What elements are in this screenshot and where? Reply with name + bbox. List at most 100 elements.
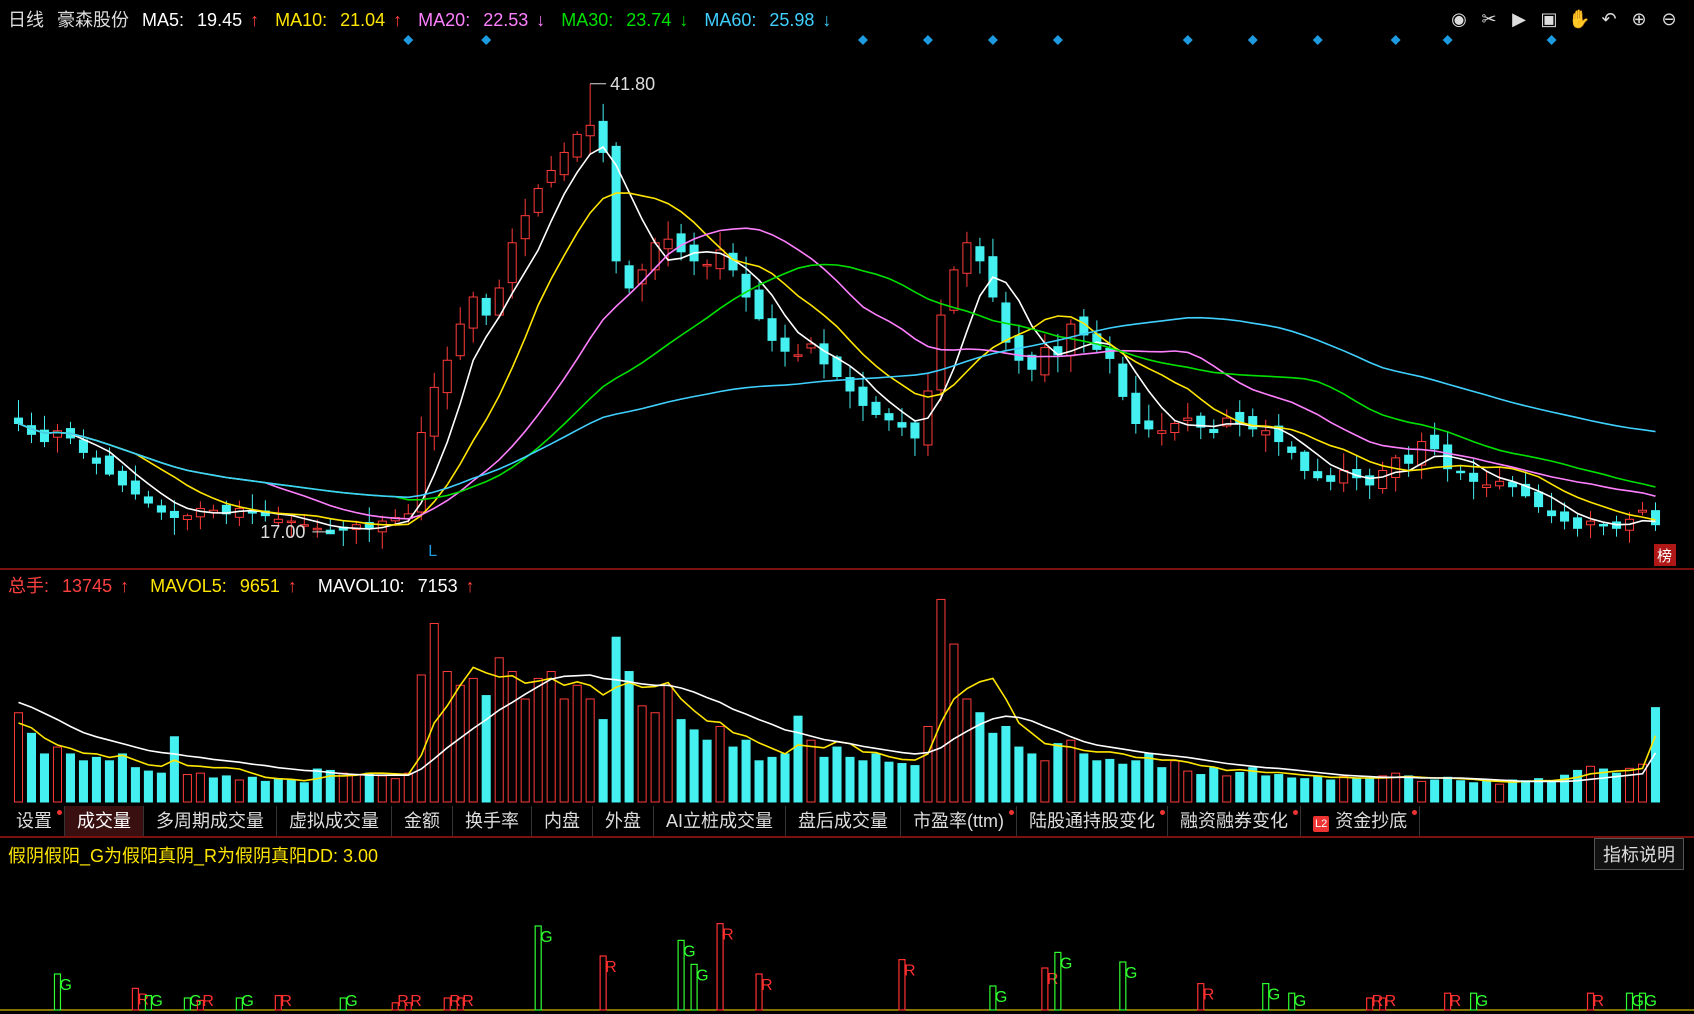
eye-icon[interactable]: ◉ xyxy=(1448,8,1470,30)
chart-toolbar: ◉ ✂ ▶ ▣ ✋ ↶ ⊕ ⊖ xyxy=(1448,8,1680,30)
candle-body xyxy=(884,413,894,421)
candle-body xyxy=(1170,423,1180,434)
candle xyxy=(78,429,88,459)
candle xyxy=(702,259,712,280)
signal-label: R xyxy=(1047,971,1059,988)
candle-body xyxy=(1040,347,1050,376)
candle xyxy=(1624,511,1635,543)
candle xyxy=(143,490,153,508)
play-icon[interactable]: ▶ xyxy=(1508,8,1530,30)
tab-item[interactable]: AI立桩成交量 xyxy=(654,806,787,836)
signal-label: G xyxy=(241,993,253,1010)
candle-body xyxy=(897,422,907,428)
volume-bar xyxy=(819,756,829,803)
tab-item[interactable]: 换手率 xyxy=(453,806,532,836)
ma-legend-arrow: ↑ xyxy=(393,10,403,30)
tab-item[interactable]: 融资融券变化 xyxy=(1168,806,1301,836)
panel-divider xyxy=(0,568,1694,570)
candle xyxy=(598,103,608,163)
candle-body xyxy=(247,511,257,514)
candle xyxy=(572,131,582,163)
volume-bar xyxy=(130,767,140,803)
ma-legend-label: MA60: xyxy=(704,10,757,30)
signal-diamond xyxy=(1052,35,1063,45)
tab-item[interactable]: 多周期成交量 xyxy=(144,806,277,836)
tab-item[interactable]: 成交量 xyxy=(65,806,144,836)
volume-bar xyxy=(884,761,894,803)
volume-bar xyxy=(1001,725,1011,803)
candle xyxy=(1417,432,1427,479)
volume-bar xyxy=(1482,780,1492,803)
period-label[interactable]: 日线 xyxy=(8,10,44,30)
tab-item[interactable]: 虚拟成交量 xyxy=(277,806,392,836)
candle xyxy=(767,304,777,352)
candle-body xyxy=(767,318,777,341)
volume-bar xyxy=(1118,763,1128,803)
candle-body xyxy=(949,269,959,311)
tab-dot-indicator xyxy=(1293,810,1298,815)
signal-label: G xyxy=(189,993,201,1010)
candle xyxy=(1456,466,1466,481)
total-volume: 总手: 13745 ↑ xyxy=(8,576,137,596)
price-chart[interactable]: 41.80 17.00 L 榜 xyxy=(0,30,1694,568)
candle-body xyxy=(1378,469,1388,490)
hand-icon[interactable]: ✋ xyxy=(1568,8,1590,30)
signal-diamond xyxy=(922,35,933,45)
candle xyxy=(377,515,387,549)
candle-body xyxy=(936,314,946,391)
ma-legend-item: MA60: 25.98 ↓ xyxy=(704,10,839,30)
volume-chart[interactable] xyxy=(0,596,1694,806)
candle xyxy=(1339,453,1349,492)
candle xyxy=(1118,356,1128,401)
volume-bar xyxy=(442,671,452,803)
candle xyxy=(1365,468,1375,499)
candle-body xyxy=(1183,417,1193,421)
candle xyxy=(819,329,829,379)
candle xyxy=(546,155,556,188)
signal-label: G xyxy=(59,977,71,994)
tab-item[interactable]: 内盘 xyxy=(532,806,593,836)
candle xyxy=(1170,420,1180,441)
tab-item[interactable]: 盘后成交量 xyxy=(786,806,902,836)
candle xyxy=(1599,522,1609,536)
tabs-divider xyxy=(0,836,1694,838)
candle-body xyxy=(195,507,205,518)
signal-diamond xyxy=(987,35,998,45)
signal-label: R xyxy=(410,993,422,1010)
volume-bar xyxy=(1456,780,1466,803)
tab-item[interactable]: 陆股通持股变化 xyxy=(1017,806,1168,836)
undo-icon[interactable]: ↶ xyxy=(1598,8,1620,30)
volume-bar xyxy=(728,746,738,803)
scissors-icon[interactable]: ✂ xyxy=(1478,8,1500,30)
candle xyxy=(793,343,803,362)
ma-legend-arrow: ↓ xyxy=(536,10,546,30)
candle-body xyxy=(1144,420,1154,430)
tab-item[interactable]: 设置 xyxy=(4,806,65,836)
volume-bar xyxy=(286,779,296,803)
volume-bar xyxy=(1650,707,1661,803)
volume-bar xyxy=(416,674,426,803)
volume-header: 总手: 13745 ↑ MAVOL5: 9651 ↑ MAVOL10: 7153 ↑ xyxy=(8,572,491,598)
candle-body xyxy=(1313,471,1323,479)
tab-item[interactable]: 外盘 xyxy=(593,806,654,836)
candle xyxy=(1326,467,1336,491)
mavol5: MAVOL5: 9651 ↑ xyxy=(150,576,305,596)
mavol10-value: 7153 xyxy=(417,576,458,596)
candle xyxy=(208,504,218,519)
zoom-out-icon[interactable]: ⊖ xyxy=(1658,8,1680,30)
candle xyxy=(1131,375,1141,434)
candle xyxy=(91,450,101,475)
tab-item[interactable]: 金额 xyxy=(392,806,453,836)
tab-item[interactable]: 市盈率(ttm) xyxy=(901,806,1017,836)
lock-icon[interactable]: ▣ xyxy=(1538,8,1560,30)
candle xyxy=(520,198,530,257)
total-label: 总手: xyxy=(8,576,50,596)
signal-label: R xyxy=(904,963,916,980)
tab-item[interactable]: L2 资金抄底 xyxy=(1301,806,1421,836)
candle xyxy=(1209,419,1219,439)
volume-bar xyxy=(533,677,543,803)
candle-body xyxy=(1573,517,1583,529)
zoom-in-icon[interactable]: ⊕ xyxy=(1628,8,1650,30)
volume-bar xyxy=(1495,783,1505,803)
candle xyxy=(975,237,985,274)
